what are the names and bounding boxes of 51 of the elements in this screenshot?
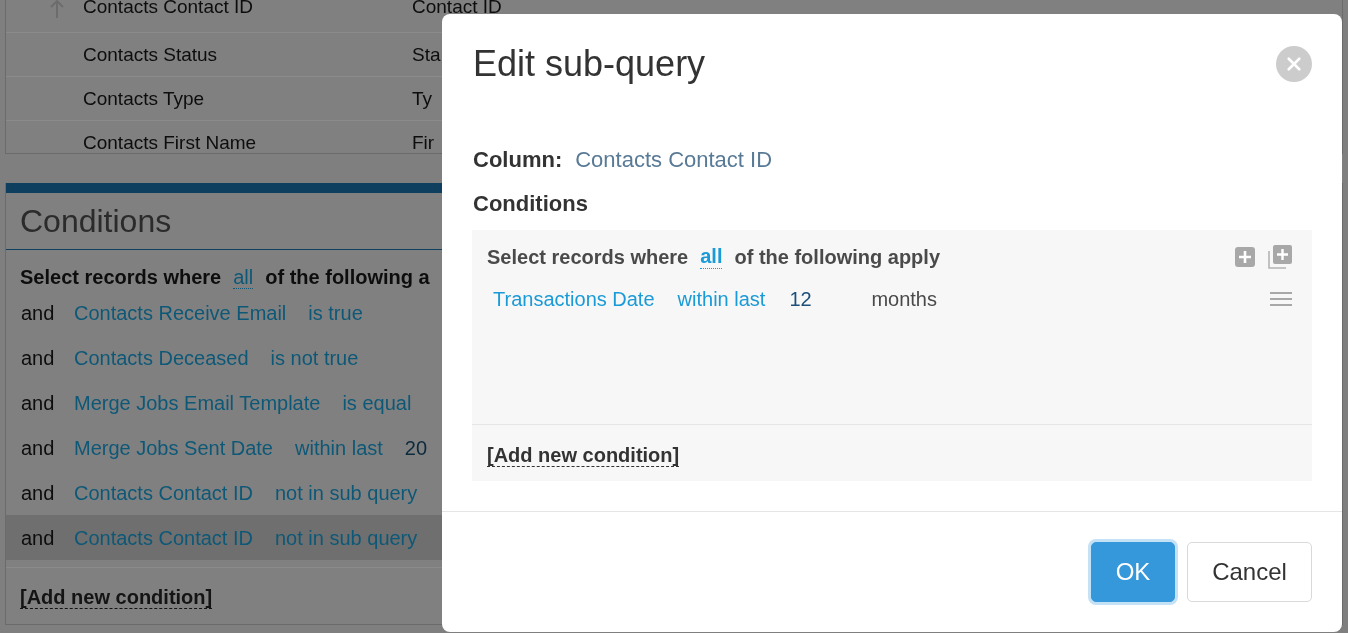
column-alias: Ty — [412, 89, 433, 108]
rule-prefix-text: Select records where — [20, 266, 222, 288]
field-link[interactable]: Contacts Contact ID — [74, 481, 253, 504]
value-text[interactable]: 20 — [404, 436, 428, 459]
joiner-text: and — [21, 481, 56, 504]
field-link[interactable]: Contacts Contact ID — [74, 526, 253, 549]
add-condition-link[interactable]: [Add new condition] — [20, 586, 213, 609]
operator-link[interactable]: is not true — [270, 346, 359, 369]
match-mode-link[interactable]: all — [700, 244, 723, 269]
close-icon — [1287, 57, 1301, 71]
column-alias: Fir — [412, 133, 435, 152]
match-mode-link[interactable]: all — [233, 266, 254, 289]
column-alias: Sta — [412, 45, 441, 64]
ok-button[interactable]: OK — [1091, 542, 1175, 602]
rule-suffix-text: of the following apply — [734, 244, 940, 269]
column-alias: Contact ID — [412, 0, 502, 14]
column-name: Contacts First Name — [83, 133, 258, 152]
operator-link[interactable]: not in sub query — [274, 481, 418, 504]
panel-title: Conditions — [20, 202, 172, 240]
field-link[interactable]: Merge Jobs Sent Date — [74, 436, 273, 459]
joiner-text: and — [21, 526, 56, 549]
value-text[interactable]: 12 — [789, 287, 872, 311]
operator-link[interactable]: is true — [308, 301, 363, 324]
operator-link[interactable]: not in sub query — [274, 526, 418, 549]
add-group-icon[interactable] — [1268, 244, 1292, 269]
field-link[interactable]: Merge Jobs Email Template — [74, 391, 321, 414]
field-link[interactable]: Contacts Deceased — [74, 346, 249, 369]
column-label: Column: — [473, 148, 563, 172]
close-button[interactable] — [1276, 46, 1312, 82]
operator-link[interactable]: within last — [677, 287, 766, 311]
menu-icon[interactable] — [1270, 292, 1292, 306]
column-name: Contacts Type — [83, 89, 206, 108]
rule-prefix-text: Select records where — [487, 244, 689, 269]
joiner-text: and — [21, 346, 56, 369]
field-link[interactable]: Contacts Receive Email — [74, 301, 287, 324]
column-value: Contacts Contact ID — [575, 148, 773, 172]
cancel-button[interactable]: Cancel — [1187, 542, 1312, 602]
joiner-text: and — [21, 301, 56, 324]
dialog-title: Edit sub-query — [473, 42, 706, 86]
unit-text: months — [871, 287, 937, 311]
conditions-label: Conditions — [473, 192, 588, 216]
operator-link[interactable]: is equal — [342, 391, 412, 414]
joiner-text: and — [21, 436, 56, 459]
rule-suffix-text: of the following a — [265, 266, 430, 288]
add-condition-link[interactable]: [Add new condition] — [487, 444, 680, 467]
operator-link[interactable]: within last — [295, 436, 383, 459]
add-condition-icon[interactable] — [1235, 246, 1255, 267]
column-name: Contacts Status — [83, 45, 219, 64]
field-link[interactable]: Transactions Date — [493, 287, 655, 311]
column-name: Contacts Contact ID — [83, 0, 255, 14]
joiner-text: and — [21, 391, 56, 414]
